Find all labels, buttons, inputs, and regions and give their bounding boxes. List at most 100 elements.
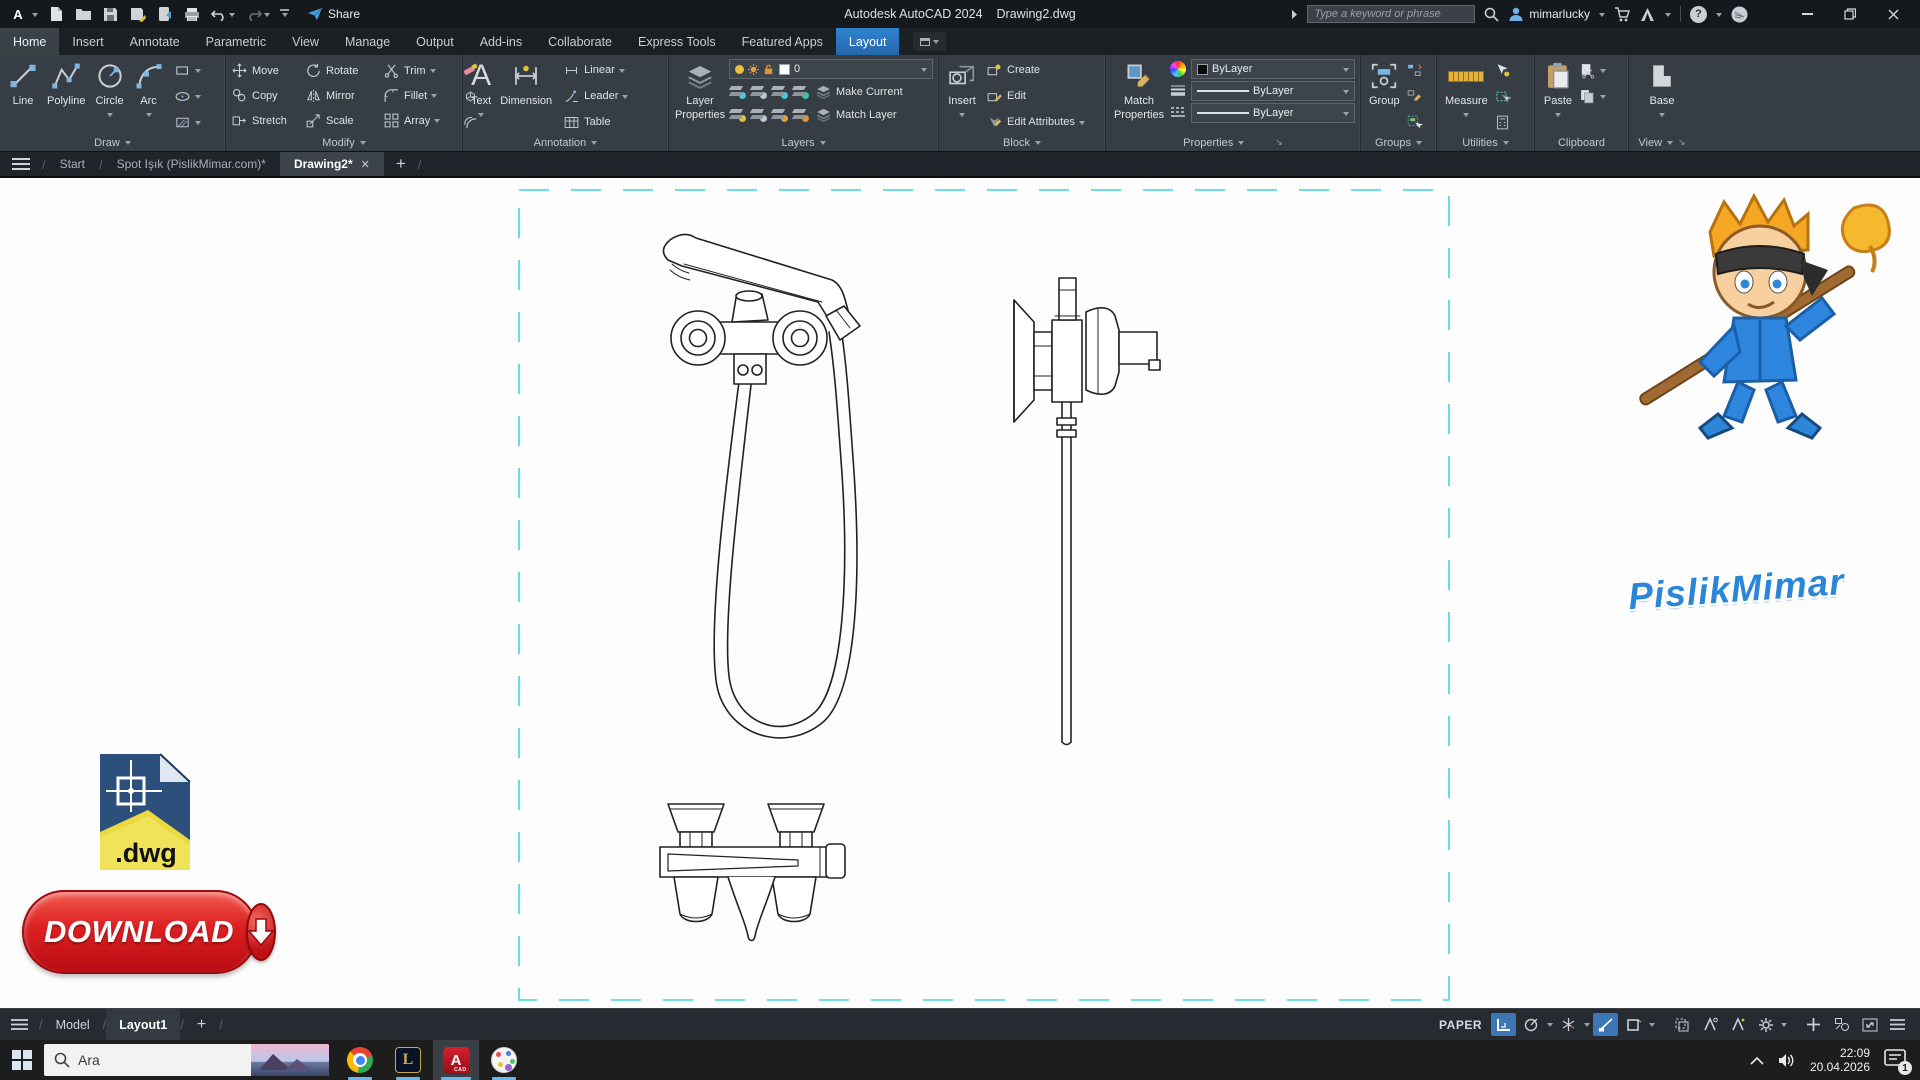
chevron-down-icon[interactable] bbox=[1599, 13, 1605, 20]
layer-select-dropdown[interactable]: 0 bbox=[729, 59, 933, 79]
group-selection-toggle[interactable] bbox=[1406, 112, 1423, 132]
panel-label-view[interactable]: View↘ bbox=[1629, 134, 1695, 151]
panel-label-modify[interactable]: Modify bbox=[226, 134, 462, 151]
tab-annotate[interactable]: Annotate bbox=[117, 28, 193, 55]
tab-layout[interactable]: Layout bbox=[836, 28, 900, 55]
line-button[interactable]: Line bbox=[5, 58, 41, 134]
mirror-button[interactable]: Mirror bbox=[305, 86, 383, 106]
hatch-button[interactable] bbox=[174, 112, 201, 132]
minimize-button[interactable] bbox=[1790, 1, 1824, 27]
search-icon[interactable] bbox=[1484, 7, 1499, 22]
annotation-autoscale-toggle[interactable] bbox=[1725, 1013, 1750, 1036]
arc-button[interactable]: Arc bbox=[131, 58, 167, 134]
table-button[interactable]: Table bbox=[563, 112, 628, 132]
drawing-canvas[interactable]: PislikMimar .dwg DOWNLOAD bbox=[0, 178, 1920, 1008]
chevron-down-icon[interactable] bbox=[1716, 13, 1722, 20]
tab-addins[interactable]: Add-ins bbox=[467, 28, 535, 55]
ungroup-button[interactable] bbox=[1406, 60, 1423, 80]
insert-block-button[interactable]: Insert bbox=[944, 58, 980, 134]
annotation-scale-gear-button[interactable] bbox=[1753, 1013, 1778, 1036]
linear-dimension-button[interactable]: Linear bbox=[563, 60, 628, 80]
copy-button[interactable]: Copy bbox=[231, 86, 305, 106]
search-highlight-image[interactable] bbox=[251, 1044, 329, 1076]
new-layout-button[interactable]: + bbox=[184, 1009, 219, 1040]
trim-button[interactable]: Trim bbox=[383, 61, 459, 81]
save-as-icon[interactable] bbox=[129, 6, 146, 23]
restore-button[interactable] bbox=[1833, 1, 1867, 27]
close-tab-icon[interactable]: ✕ bbox=[361, 158, 370, 171]
panel-label-layers[interactable]: Layers bbox=[669, 134, 938, 151]
stretch-button[interactable]: Stretch bbox=[231, 111, 305, 131]
download-button[interactable]: DOWNLOAD bbox=[22, 890, 258, 974]
clean-screen-button[interactable] bbox=[1857, 1013, 1882, 1036]
quick-calculator-button[interactable] bbox=[1494, 112, 1511, 132]
taskbar-app-paint[interactable] bbox=[481, 1040, 527, 1080]
save-icon[interactable] bbox=[102, 6, 119, 23]
help-icon[interactable]: ? bbox=[1690, 6, 1707, 23]
select-similar-button[interactable] bbox=[1494, 86, 1511, 106]
object-color-dropdown[interactable]: ByLayer bbox=[1191, 59, 1355, 79]
leader-button[interactable]: Leader bbox=[563, 86, 628, 106]
rotate-button[interactable]: Rotate bbox=[305, 61, 383, 81]
chevron-down-icon[interactable] bbox=[1584, 1023, 1590, 1030]
lineweight-dropdown[interactable]: ByLayer bbox=[1191, 81, 1355, 101]
app-menu-button[interactable]: A bbox=[8, 4, 38, 24]
isolate-objects-button[interactable] bbox=[1829, 1013, 1854, 1036]
tab-insert[interactable]: Insert bbox=[59, 28, 116, 55]
taskbar-clock[interactable]: 22:09 20.04.2026 bbox=[1810, 1046, 1870, 1074]
notification-center-button[interactable]: 1 bbox=[1884, 1049, 1908, 1071]
cut-button[interactable] bbox=[1579, 60, 1606, 80]
edit-attributes-button[interactable]: Edit Attributes bbox=[986, 112, 1085, 132]
tab-output[interactable]: Output bbox=[403, 28, 467, 55]
panel-label-properties[interactable]: Properties↘ bbox=[1106, 134, 1360, 151]
new-drawing-tab-button[interactable]: + bbox=[384, 152, 418, 176]
circle-button[interactable]: Circle bbox=[92, 58, 128, 134]
user-account-button[interactable]: mimarlucky bbox=[1508, 6, 1590, 22]
scale-button[interactable]: Scale bbox=[305, 111, 383, 131]
taskbar-search-input[interactable] bbox=[78, 1052, 228, 1068]
qat-customize-button[interactable] bbox=[280, 9, 289, 20]
make-current-button[interactable]: Make Current bbox=[815, 82, 903, 102]
quick-select-button[interactable] bbox=[1494, 60, 1511, 80]
taskbar-app-league[interactable]: L bbox=[385, 1040, 431, 1080]
layer-tool-icon[interactable] bbox=[792, 85, 808, 98]
ortho-mode-toggle[interactable] bbox=[1491, 1013, 1516, 1036]
layout-tabs-menu-icon[interactable] bbox=[0, 1009, 39, 1040]
selection-cycling-toggle[interactable] bbox=[1669, 1013, 1694, 1036]
measure-button[interactable]: Measure bbox=[1442, 58, 1491, 134]
layer-tool-icon[interactable] bbox=[771, 108, 787, 121]
edit-block-button[interactable]: Edit bbox=[986, 86, 1085, 106]
isodraft-toggle[interactable] bbox=[1556, 1013, 1581, 1036]
object-snap-toggle[interactable] bbox=[1621, 1013, 1646, 1036]
ellipse-button[interactable] bbox=[174, 86, 201, 106]
layer-tool-icon[interactable] bbox=[792, 108, 808, 121]
close-button[interactable] bbox=[1876, 1, 1910, 27]
copy-clip-button[interactable] bbox=[1579, 86, 1606, 106]
expand-search-icon[interactable] bbox=[1291, 10, 1298, 19]
panel-label-draw[interactable]: Draw bbox=[0, 134, 225, 151]
workspace-switching-button[interactable] bbox=[1801, 1013, 1826, 1036]
linetype-dropdown[interactable]: ByLayer bbox=[1191, 103, 1355, 123]
match-properties-button[interactable]: MatchProperties bbox=[1111, 58, 1167, 134]
open-folder-icon[interactable] bbox=[75, 6, 92, 23]
panel-label-clipboard[interactable]: Clipboard bbox=[1535, 134, 1628, 151]
tab-featured-apps[interactable]: Featured Apps bbox=[729, 28, 836, 55]
tab-home[interactable]: Home bbox=[0, 28, 59, 55]
layer-tool-icon[interactable] bbox=[750, 85, 766, 98]
file-tabs-menu-icon[interactable] bbox=[0, 152, 42, 176]
customization-menu-icon[interactable] bbox=[1885, 1013, 1910, 1036]
layer-tool-icon[interactable] bbox=[729, 108, 745, 121]
layer-tool-icon[interactable] bbox=[771, 85, 787, 98]
create-block-button[interactable]: Create bbox=[986, 60, 1085, 80]
annotation-visibility-toggle[interactable] bbox=[1697, 1013, 1722, 1036]
tab-parametric[interactable]: Parametric bbox=[193, 28, 279, 55]
model-tab[interactable]: Model bbox=[43, 1009, 103, 1040]
rectangle-button[interactable] bbox=[174, 60, 201, 80]
polar-tracking-toggle[interactable] bbox=[1519, 1013, 1544, 1036]
file-tab-drawing2[interactable]: Drawing2* ✕ bbox=[280, 152, 384, 176]
panel-expander-icon[interactable]: ↘ bbox=[1275, 137, 1283, 148]
mobile-upload-icon[interactable] bbox=[156, 6, 173, 23]
move-button[interactable]: Move bbox=[231, 61, 305, 81]
taskbar-app-autocad[interactable]: ACAD bbox=[433, 1040, 479, 1080]
chevron-down-icon[interactable] bbox=[1665, 13, 1671, 20]
